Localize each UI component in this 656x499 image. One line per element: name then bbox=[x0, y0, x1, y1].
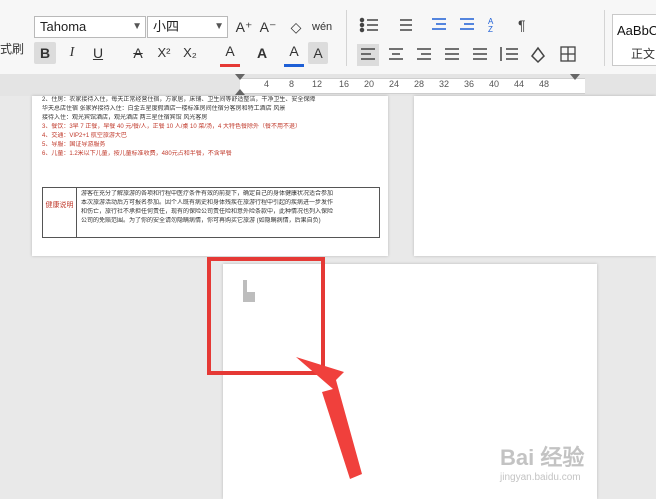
watermark-sub: jingyan.baidu.com bbox=[500, 472, 581, 483]
watermark-main: Bai 经验 bbox=[500, 445, 585, 470]
annotation-arrow-icon bbox=[296, 357, 362, 479]
baidu-watermark: Bai 经验 jingyan.baidu.com bbox=[500, 440, 584, 483]
